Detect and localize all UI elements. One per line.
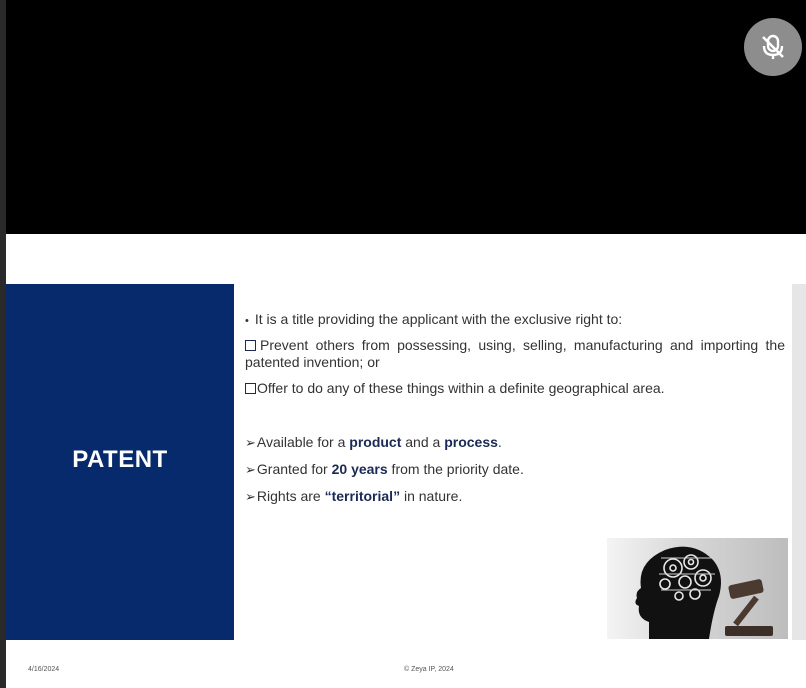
point-text: from the priority date. <box>387 461 524 477</box>
point-text: . <box>497 434 502 450</box>
point-rights: ➢Rights are “territorial” in nature. <box>245 488 462 505</box>
checkbox-square-icon <box>245 383 256 394</box>
point-text: in nature. <box>400 488 463 504</box>
slide-title: PATENT <box>72 446 168 473</box>
arrow-bullet-icon: ➢ <box>245 489 256 504</box>
option-prevent-text: Prevent others from possessing, using, s… <box>245 337 785 370</box>
microphone-muted-icon <box>762 34 784 59</box>
window-right-edge <box>792 284 806 640</box>
bullet-glyph: • <box>245 315 249 327</box>
slide-date: 4/16/2024 <box>28 666 60 673</box>
point-available: ➢Available for a product and a process. <box>245 434 502 451</box>
option-offer: Offer to do any of these things within a… <box>245 380 665 397</box>
intro-line: • It is a title providing the applicant w… <box>245 311 622 330</box>
option-prevent: Prevent others from possessing, using, s… <box>245 337 785 371</box>
point-bold: 20 years <box>331 461 388 477</box>
slide-title-panel: PATENT <box>6 284 234 640</box>
camera-video-area <box>0 0 806 234</box>
point-text: and a <box>401 434 445 450</box>
slide-copyright: © Zeya IP, 2024 <box>404 666 454 673</box>
point-text: Rights are <box>256 488 325 504</box>
point-bold: product <box>349 434 402 450</box>
checkbox-square-icon <box>245 340 256 351</box>
arrow-bullet-icon: ➢ <box>245 462 256 477</box>
mute-toggle-button[interactable] <box>744 18 802 76</box>
option-offer-text: Offer to do any of these things within a… <box>257 380 665 396</box>
arrow-bullet-icon: ➢ <box>245 435 256 450</box>
point-text: Granted for <box>256 461 332 477</box>
intro-text: It is a title providing the applicant wi… <box>254 311 623 327</box>
point-granted: ➢Granted for 20 years from the priority … <box>245 461 524 478</box>
point-bold: process <box>444 434 498 450</box>
point-bold: “territorial” <box>324 488 401 504</box>
point-text: Available for a <box>256 434 350 450</box>
head-gears-gavel-image <box>607 538 788 639</box>
